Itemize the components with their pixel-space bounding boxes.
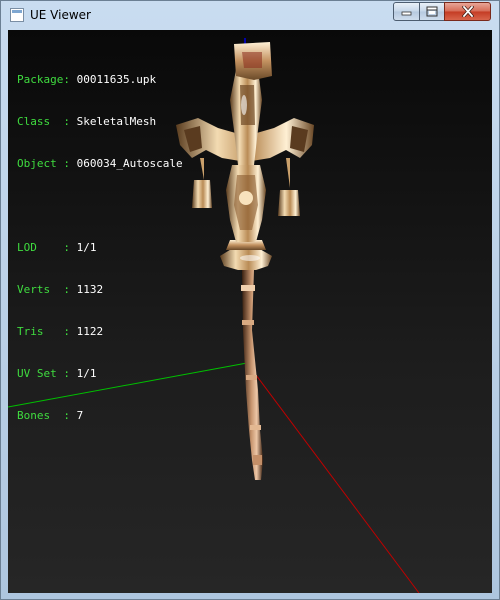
close-icon xyxy=(461,6,474,17)
verts-key: Verts : xyxy=(17,283,77,296)
ue-viewer-window: UE Viewer Package: 00011635.upk Class: … xyxy=(0,0,500,600)
3d-viewport[interactable]: Package: 00011635.upk Class : SkeletalMe… xyxy=(8,30,492,593)
mesh-head xyxy=(176,42,314,270)
uvset-key: UV Set : xyxy=(17,367,77,380)
object-value: 060034_Autoscale xyxy=(76,157,183,170)
package-key: Package: xyxy=(17,73,77,86)
tris-key: Tris : xyxy=(17,325,77,338)
window-title: UE Viewer xyxy=(30,8,91,22)
ue-viewer-icon xyxy=(10,8,24,22)
uvset-value: 1/1 xyxy=(76,367,97,380)
bones-value: 7 xyxy=(76,409,84,422)
package-value: 00011635.upk xyxy=(76,73,157,86)
maximize-icon xyxy=(426,6,438,17)
mesh-shaft xyxy=(241,270,263,480)
minimize-button[interactable] xyxy=(393,2,420,21)
verts-value: 1132 xyxy=(76,283,104,296)
lod-key: LOD : xyxy=(17,241,77,254)
object-key: Object : xyxy=(17,157,77,170)
bones-key: Bones : xyxy=(17,409,77,422)
class-key: Class : xyxy=(17,115,77,128)
title-bar[interactable]: UE Viewer xyxy=(1,1,499,29)
maximize-button[interactable] xyxy=(419,2,445,21)
minimize-icon xyxy=(401,11,412,16)
class-value: SkeletalMesh xyxy=(76,115,157,128)
x-axis-line xyxy=(246,362,420,593)
mesh-info-overlay: Package: 00011635.upk Class : SkeletalMe… xyxy=(17,45,183,451)
close-button[interactable] xyxy=(444,2,491,21)
tris-value: 1122 xyxy=(76,325,104,338)
lod-value: 1/1 xyxy=(76,241,97,254)
